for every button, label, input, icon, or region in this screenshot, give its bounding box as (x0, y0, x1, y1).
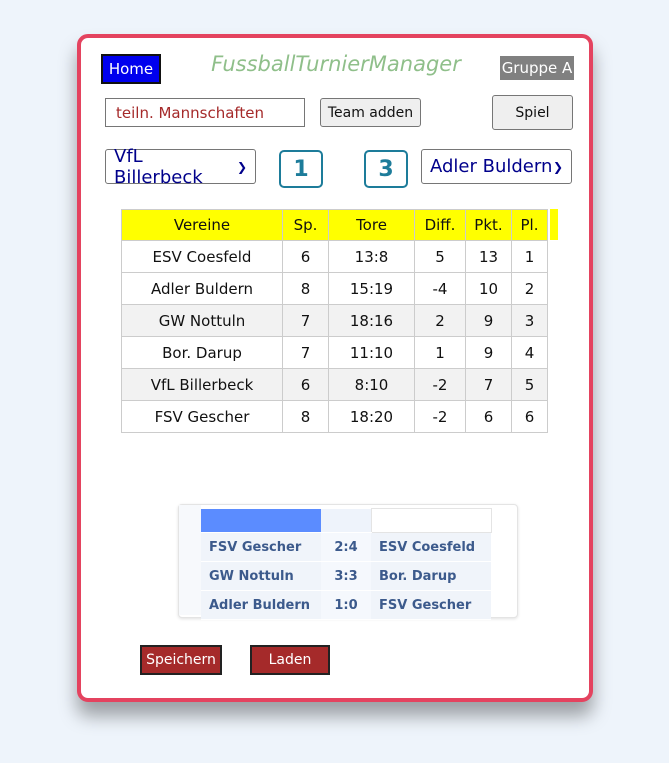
cell-place: 2 (511, 272, 548, 305)
cell-place: 6 (511, 400, 548, 433)
results-sidebar (179, 505, 201, 615)
cell-goals: 18:16 (328, 304, 415, 337)
chevron-down-icon: ❯ (236, 159, 247, 174)
table-row: VfL Billerbeck 6 8:10 -2 7 5 (121, 368, 548, 401)
game-button[interactable]: Spiel (492, 95, 573, 130)
result-score: 3:3 (321, 561, 371, 591)
results-header-away (370, 508, 492, 533)
group-label: Gruppe A (500, 56, 574, 80)
result-home-team: FSV Gescher (201, 532, 321, 562)
cell-diff: -2 (414, 400, 466, 433)
chevron-down-icon: ❯ (552, 159, 563, 174)
cell-games: 8 (282, 400, 329, 433)
cell-diff: 1 (414, 336, 466, 369)
cell-goals: 13:8 (328, 240, 415, 273)
cell-games: 7 (282, 304, 329, 337)
header-points: Pkt. (465, 209, 512, 241)
standings-table: Vereine Sp. Tore Diff. Pkt. Pl. ESV Coes… (121, 209, 548, 433)
home-team-value: VfL Billerbeck (114, 145, 203, 188)
away-team-value: Adler Buldern (430, 156, 553, 177)
header-games: Sp. (282, 209, 329, 241)
result-away-team: FSV Gescher (371, 590, 491, 620)
result-score: 2:4 (321, 532, 371, 562)
cell-games: 8 (282, 272, 329, 305)
load-button[interactable]: Laden (250, 645, 330, 675)
cell-goals: 11:10 (328, 336, 415, 369)
cell-diff: -2 (414, 368, 466, 401)
header-place: Pl. (511, 209, 548, 241)
cell-diff: -4 (414, 272, 466, 305)
app-title: FussballTurnierManager (211, 52, 461, 76)
cell-goals: 18:20 (328, 400, 415, 433)
result-score: 1:0 (321, 590, 371, 620)
cell-team: ESV Coesfeld (121, 240, 283, 273)
save-button[interactable]: Speichern (140, 645, 222, 675)
away-score[interactable]: 3 (364, 150, 408, 188)
result-row: Adler Buldern 1:0 FSV Gescher (201, 590, 491, 620)
cell-games: 6 (282, 368, 329, 401)
results-header-score (321, 508, 371, 533)
cell-team: GW Nottuln (121, 304, 283, 337)
header-diff: Diff. (414, 209, 466, 241)
cell-diff: 5 (414, 240, 466, 273)
result-away-team: ESV Coesfeld (371, 532, 491, 562)
cell-team: VfL Billerbeck (121, 368, 283, 401)
cell-place: 5 (511, 368, 548, 401)
cell-goals: 8:10 (328, 368, 415, 401)
table-row: FSV Gescher 8 18:20 -2 6 6 (121, 400, 548, 433)
cell-place: 3 (511, 304, 548, 337)
cell-games: 6 (282, 240, 329, 273)
result-row: GW Nottuln 3:3 Bor. Darup (201, 561, 491, 591)
header-highlight-extension (550, 209, 558, 240)
cell-place: 1 (511, 240, 548, 273)
home-button[interactable]: Home (101, 54, 161, 84)
cell-points: 9 (465, 304, 512, 337)
table-row: ESV Coesfeld 6 13:8 5 13 1 (121, 240, 548, 273)
cell-diff: 2 (414, 304, 466, 337)
cell-points: 10 (465, 272, 512, 305)
cell-team: FSV Gescher (121, 400, 283, 433)
cell-points: 7 (465, 368, 512, 401)
cell-team: Adler Buldern (121, 272, 283, 305)
result-away-team: Bor. Darup (371, 561, 491, 591)
add-team-button[interactable]: Team adden (320, 98, 421, 127)
cell-points: 13 (465, 240, 512, 273)
team-input[interactable] (105, 98, 305, 127)
header-team: Vereine (121, 209, 283, 241)
result-row: FSV Gescher 2:4 ESV Coesfeld (201, 532, 491, 562)
standings-header-row: Vereine Sp. Tore Diff. Pkt. Pl. (121, 209, 548, 241)
away-team-select[interactable]: Adler Buldern ❯ (421, 149, 572, 184)
cell-games: 7 (282, 336, 329, 369)
result-home-team: Adler Buldern (201, 590, 321, 620)
home-score[interactable]: 1 (279, 150, 323, 188)
table-row: GW Nottuln 7 18:16 2 9 3 (121, 304, 548, 337)
result-home-team: GW Nottuln (201, 561, 321, 591)
header-goals: Tore (328, 209, 415, 241)
cell-points: 9 (465, 336, 512, 369)
results-header-row (201, 508, 492, 533)
home-team-select[interactable]: VfL Billerbeck ❯ (105, 146, 256, 188)
results-header-home (201, 508, 321, 533)
cell-place: 4 (511, 336, 548, 369)
cell-goals: 15:19 (328, 272, 415, 305)
app-card: Home FussballTurnierManager Gruppe A Tea… (77, 34, 593, 702)
cell-team: Bor. Darup (121, 336, 283, 369)
table-row: Bor. Darup 7 11:10 1 9 4 (121, 336, 548, 369)
results-panel: FSV Gescher 2:4 ESV Coesfeld GW Nottuln … (178, 504, 518, 620)
cell-points: 6 (465, 400, 512, 433)
results-table: FSV Gescher 2:4 ESV Coesfeld GW Nottuln … (201, 508, 492, 620)
table-row: Adler Buldern 8 15:19 -4 10 2 (121, 272, 548, 305)
